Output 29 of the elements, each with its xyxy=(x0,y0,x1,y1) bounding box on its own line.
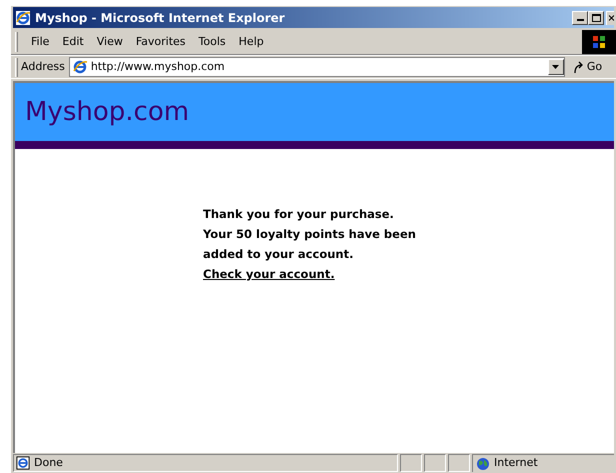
caret-icon xyxy=(552,65,560,69)
arrow-icon xyxy=(572,60,585,74)
menu-item[interactable]: View xyxy=(92,34,128,50)
menu-item[interactable]: Tools xyxy=(194,34,231,50)
address-label: Address xyxy=(21,58,65,75)
browser-icon xyxy=(72,59,88,75)
menu-item[interactable]: Edit xyxy=(57,34,89,50)
maximize-button[interactable] xyxy=(588,10,604,24)
status-text: Done xyxy=(34,454,63,471)
site-title: Myshop.com xyxy=(25,96,190,128)
zone-text: Internet xyxy=(494,455,538,472)
url-text: http://www.myshop.com xyxy=(90,58,226,75)
window-title: Myshop - Microsoft Internet Explorer xyxy=(35,10,285,26)
go-button[interactable]: Go xyxy=(572,58,602,76)
message-line: added to your account. xyxy=(203,246,354,263)
menu-item[interactable]: Favorites xyxy=(130,34,191,50)
close-button[interactable] xyxy=(606,10,614,24)
message-line: Your 50 loyalty points have been xyxy=(203,226,416,243)
account-link[interactable]: Check your account. xyxy=(203,267,335,281)
address-field[interactable]: http://www.myshop.com xyxy=(68,57,565,77)
menu-item[interactable]: File xyxy=(26,34,54,50)
page-icon xyxy=(16,456,30,470)
windows-logo-icon xyxy=(582,30,616,54)
menu-item[interactable]: Help xyxy=(234,34,269,50)
minimize-button[interactable] xyxy=(572,10,588,24)
globe-icon xyxy=(476,456,490,470)
message-line: Thank you for your purchase. xyxy=(203,206,394,223)
browser-icon xyxy=(15,10,31,26)
dropdown-button[interactable] xyxy=(548,59,564,75)
